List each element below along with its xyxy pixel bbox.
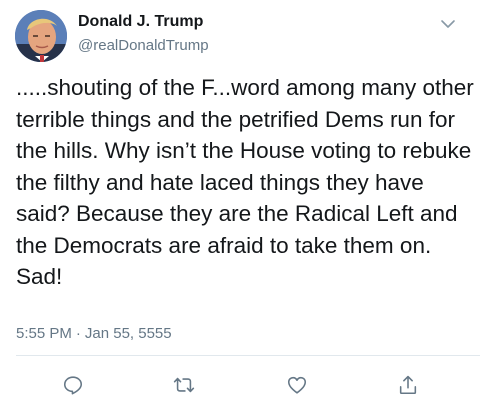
tweet-time: 5:55 PM <box>16 325 72 342</box>
avatar-image <box>15 10 67 62</box>
share-icon <box>399 375 417 395</box>
avatar[interactable] <box>15 10 67 62</box>
heart-icon <box>287 376 307 394</box>
share-button[interactable] <box>394 371 422 399</box>
chevron-down-icon[interactable] <box>438 14 458 34</box>
retweet-icon <box>173 377 195 393</box>
divider <box>16 355 480 356</box>
tweet-text: .....shouting of the F...word among many… <box>16 75 480 289</box>
tweet-actions <box>0 368 480 402</box>
display-name[interactable]: Donald J. Trump <box>78 13 203 31</box>
like-button[interactable] <box>283 371 311 399</box>
reply-icon <box>63 376 83 395</box>
tweet-timestamp[interactable]: 5:55 PM · Jan 55, 5555 <box>16 325 172 342</box>
retweet-button[interactable] <box>170 371 198 399</box>
tweet-card: Donald J. Trump @realDonaldTrump .....sh… <box>0 0 480 410</box>
timestamp-separator: · <box>75 325 81 342</box>
reply-button[interactable] <box>59 371 87 399</box>
tweet-date: Jan 55, 5555 <box>84 325 172 342</box>
user-handle[interactable]: @realDonaldTrump <box>78 37 209 54</box>
